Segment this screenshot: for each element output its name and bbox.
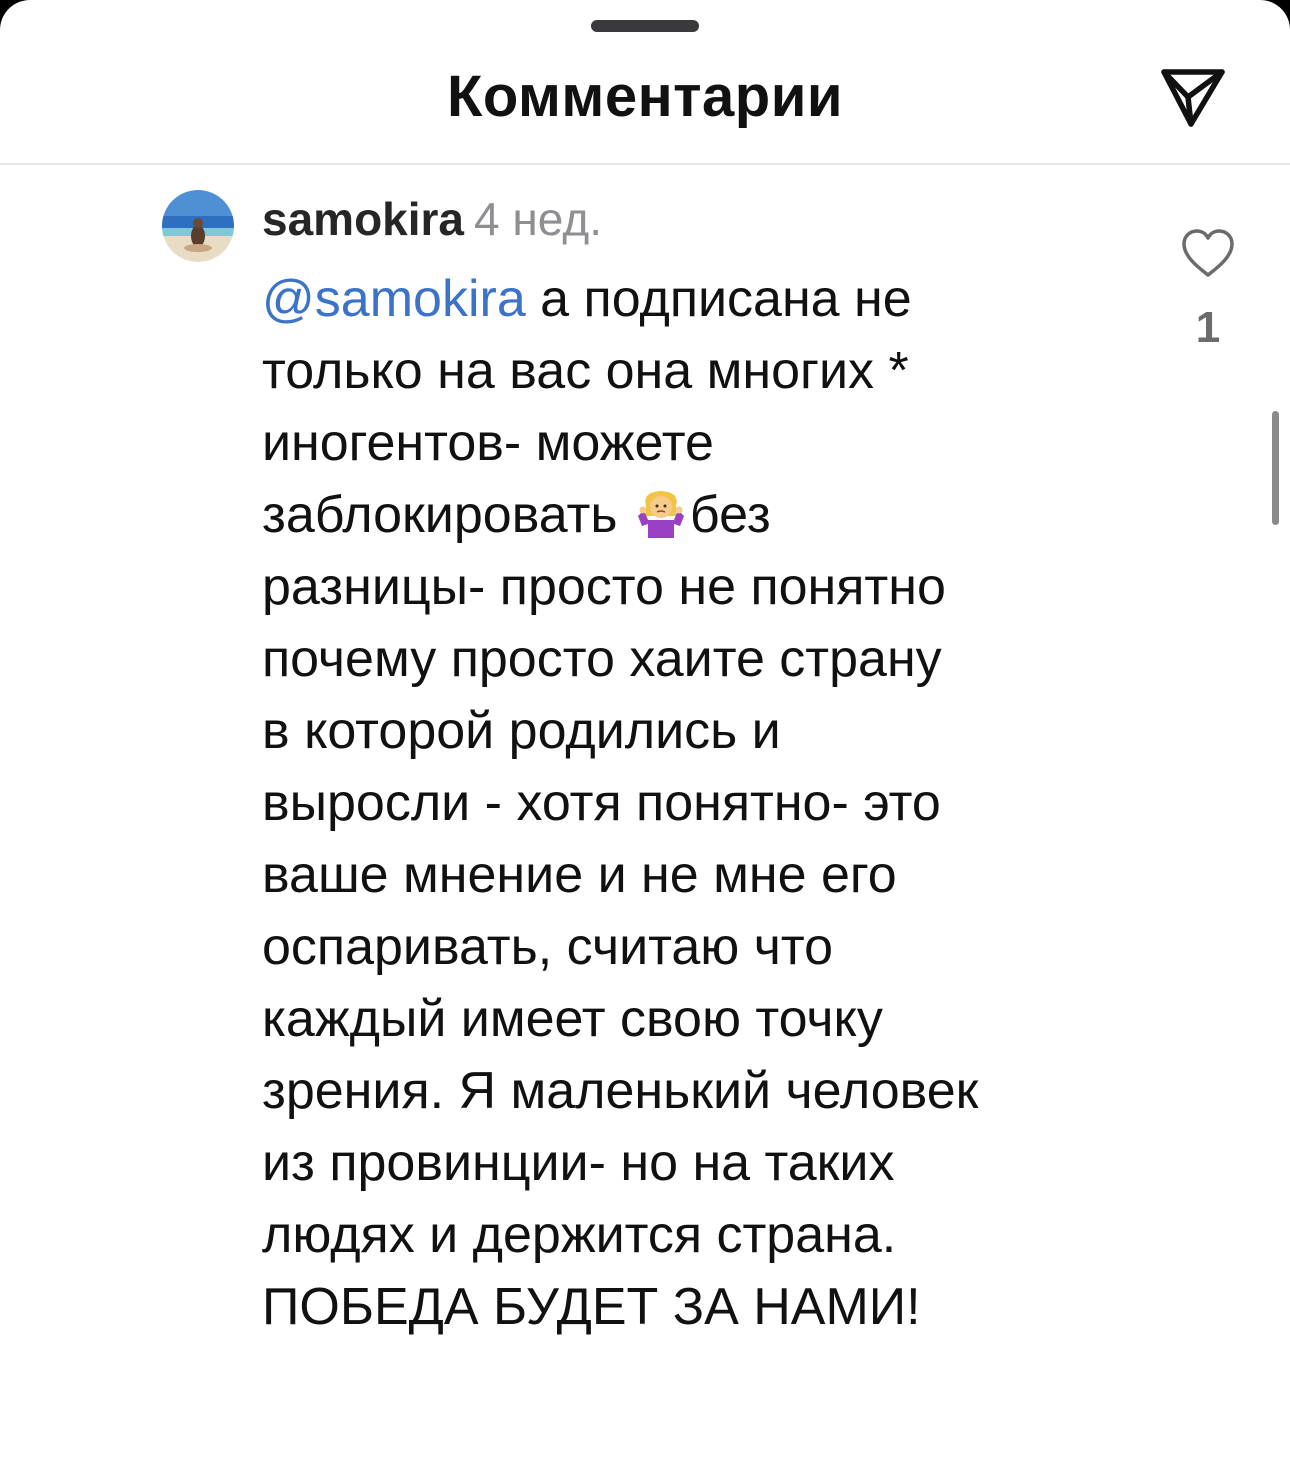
comment-item: samokira 4 нед. @samokira а подписана не … [0,165,1290,1468]
mention-link[interactable]: @samokira [262,270,526,328]
comment-text-part-2: без разницы- просто не понятно почему пр… [262,486,979,1336]
like-count: 1 [1195,303,1221,352]
avatar[interactable] [162,190,234,262]
share-button[interactable] [1158,64,1228,130]
like-button[interactable] [1180,227,1236,279]
heart-outline-icon [1182,229,1234,277]
comment-meta: samokira 4 нед. [262,193,602,245]
paper-plane-icon [1161,69,1225,127]
comment-time: 4 нед. [474,193,602,245]
scrollbar[interactable] [1272,411,1279,525]
comments-header: Комментарии [0,0,1290,165]
comment-text: @samokira а подписана не только на вас о… [262,263,1142,1343]
woman-shrugging-icon [637,491,684,538]
beach-avatar-icon [162,190,234,262]
page-title: Комментарии [446,64,844,129]
comment-username[interactable]: samokira [262,193,464,245]
comments-sheet: Комментарии samokira 4 нед. @samokira а … [0,0,1290,1468]
